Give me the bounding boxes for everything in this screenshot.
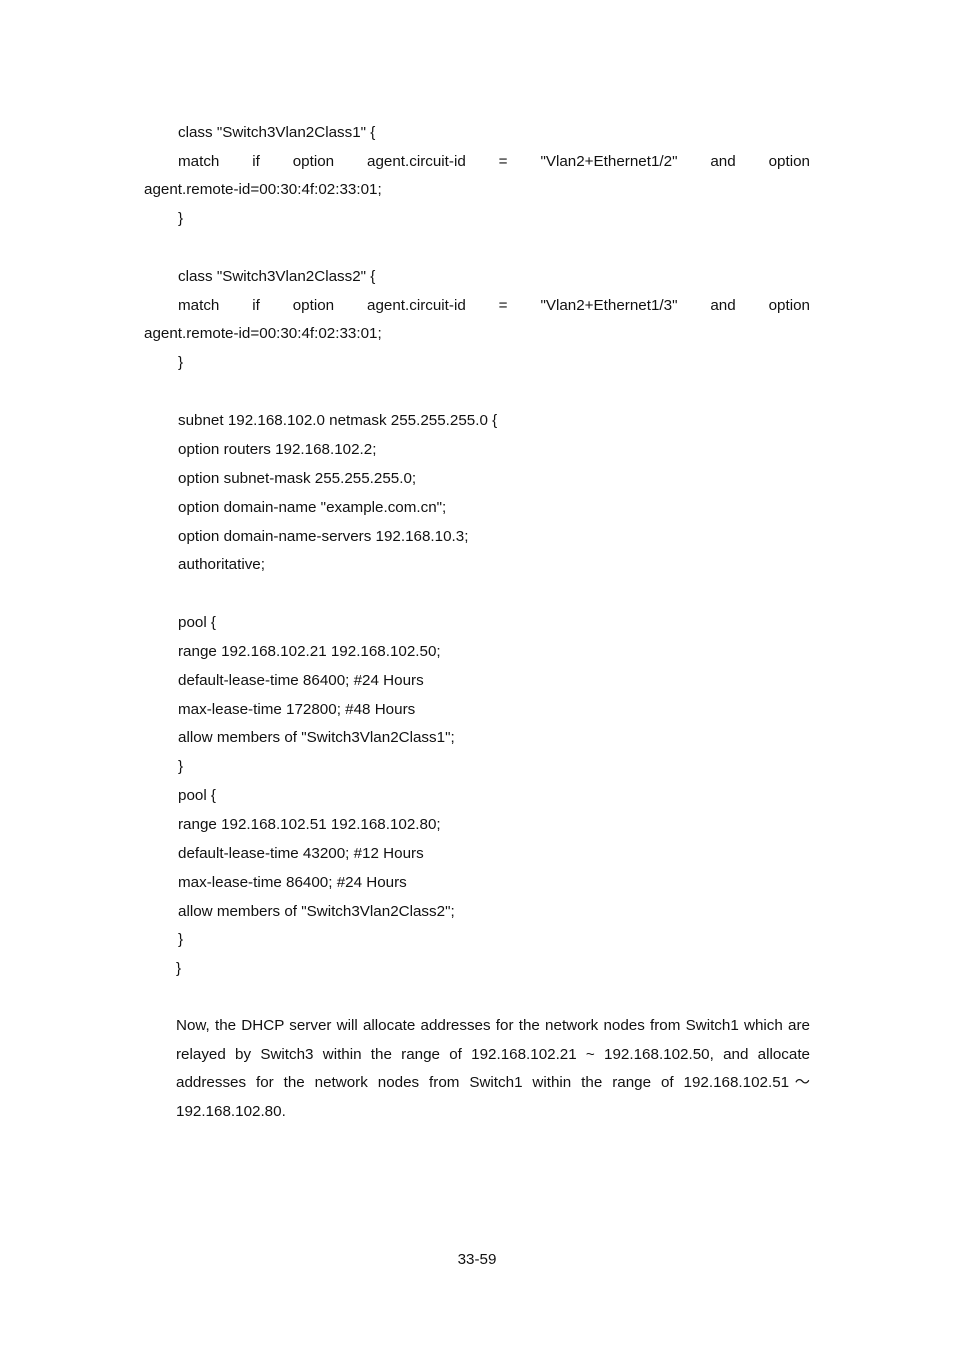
match-word: "Vlan2+Ethernet1/3"	[540, 297, 678, 314]
match-word: option	[292, 297, 335, 314]
summary-paragraph: Now, the DHCP server will allocate addre…	[176, 1017, 810, 1121]
subnet-option-line: option subnet-mask 255.255.255.0;	[178, 470, 417, 487]
match-word: and	[710, 153, 736, 170]
match-word: option	[768, 297, 810, 314]
subnet-declaration: subnet 192.168.102.0 netmask 255.255.255…	[178, 412, 498, 429]
pool1-line: }	[178, 758, 184, 775]
subnet-option-line: option domain-name-servers 192.168.10.3;	[178, 528, 469, 545]
class1-open-line: class "Switch3Vlan2Class1" {	[178, 124, 376, 141]
match-word: agent.circuit-id	[367, 153, 466, 170]
subnet-option-line: authoritative;	[178, 556, 265, 573]
subnet-close-brace: }	[176, 960, 182, 977]
subnet-option-line: option domain-name "example.com.cn";	[178, 499, 447, 516]
page-number: 33-59	[457, 1251, 497, 1268]
match-word: match	[178, 297, 220, 314]
pool2-line: range 192.168.102.51 192.168.102.80;	[178, 816, 441, 833]
class1-close-brace: }	[178, 210, 184, 227]
pool2-line: max-lease-time 86400; #24 Hours	[178, 874, 407, 891]
match-word: if	[252, 153, 260, 170]
class2-match-line: match if option agent.circuit-id = "Vlan…	[178, 297, 810, 315]
pool2-line: }	[178, 931, 184, 948]
pool2-line: allow members of "Switch3Vlan2Class2";	[178, 903, 455, 920]
match-word: match	[178, 153, 220, 170]
match-word: agent.circuit-id	[367, 297, 466, 314]
pool2-line: pool {	[178, 787, 217, 804]
class2-open-line: class "Switch3Vlan2Class2" {	[178, 268, 376, 285]
match-word: and	[710, 297, 736, 314]
pool1-line: range 192.168.102.21 192.168.102.50;	[178, 643, 441, 660]
subnet-option-line: option routers 192.168.102.2;	[178, 441, 377, 458]
pool1-line: max-lease-time 172800; #48 Hours	[178, 701, 416, 718]
class2-match-continuation: agent.remote-id=00:30:4f:02:33:01;	[144, 325, 382, 342]
pool1-line: default-lease-time 86400; #24 Hours	[178, 672, 424, 689]
match-word: =	[498, 153, 508, 170]
pool1-line: pool {	[178, 614, 217, 631]
match-word: option	[768, 153, 810, 170]
class2-close-brace: }	[178, 354, 184, 371]
match-word: if	[252, 297, 260, 314]
class1-match-line: match if option agent.circuit-id = "Vlan…	[178, 153, 810, 171]
match-word: =	[498, 297, 508, 314]
pool2-line: default-lease-time 43200; #12 Hours	[178, 845, 424, 862]
pool1-line: allow members of "Switch3Vlan2Class1";	[178, 729, 455, 746]
class1-match-continuation: agent.remote-id=00:30:4f:02:33:01;	[144, 181, 382, 198]
match-word: "Vlan2+Ethernet1/2"	[540, 153, 678, 170]
match-word: option	[292, 153, 335, 170]
